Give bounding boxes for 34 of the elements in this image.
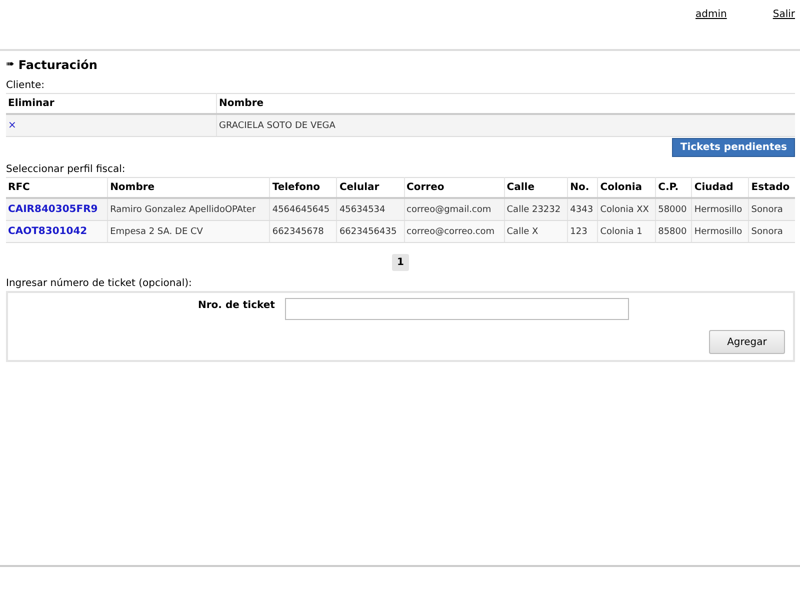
client-label: Cliente: (6, 79, 46, 93)
table-cell: correo@correo.com (406, 227, 495, 237)
table-cell: 4343 (570, 205, 594, 215)
table-cell: Empesa 2 SA. DE CV (110, 227, 203, 237)
table-cell: Calle 23232 (506, 205, 561, 215)
table-cell: Hermosillo (694, 205, 742, 215)
table-cell: 662345678 (272, 227, 324, 237)
table-cell: Ramiro Gonzalez ApellidoOPAter (110, 205, 256, 215)
add-button[interactable]: Agregar (709, 330, 785, 354)
table-cell: 4564645645 (272, 205, 330, 215)
page-button[interactable]: 1 (392, 254, 409, 271)
table-cell: GRACIELA SOTO DE VEGA (216, 114, 795, 136)
field-label: Nro. de ticket (198, 299, 275, 311)
table-cell: Sonora (751, 205, 783, 215)
remove-link[interactable]: × (8, 120, 16, 131)
table-cell: 6623456435 (339, 227, 397, 237)
ticket-field[interactable] (284, 298, 629, 320)
section-title: Facturación (18, 58, 98, 72)
table-cell: 85800 (658, 227, 687, 237)
profile-label: Seleccionar perfil fiscal: (6, 163, 126, 177)
tickets-button[interactable]: Tickets pendientes (672, 138, 795, 157)
table-cell: Sonora (751, 227, 783, 237)
table-cell: 58000 (658, 205, 687, 215)
table-cell: Hermosillo (694, 227, 742, 237)
header-link[interactable]: Salir (772, 8, 795, 21)
table-cell: 45634534 (339, 205, 386, 215)
table-cell: Colonia 1 (600, 227, 642, 237)
arrow-icon: ➠ (6, 59, 14, 71)
table-cell: correo@gmail.com (406, 205, 492, 215)
table-cell: Calle X (506, 227, 538, 237)
table-cell: Colonia XX (600, 205, 649, 215)
table-cell: 123 (570, 227, 588, 237)
ticket-label: Ingresar número de ticket (opcional): (6, 277, 193, 291)
header-link[interactable]: admin (696, 8, 727, 21)
